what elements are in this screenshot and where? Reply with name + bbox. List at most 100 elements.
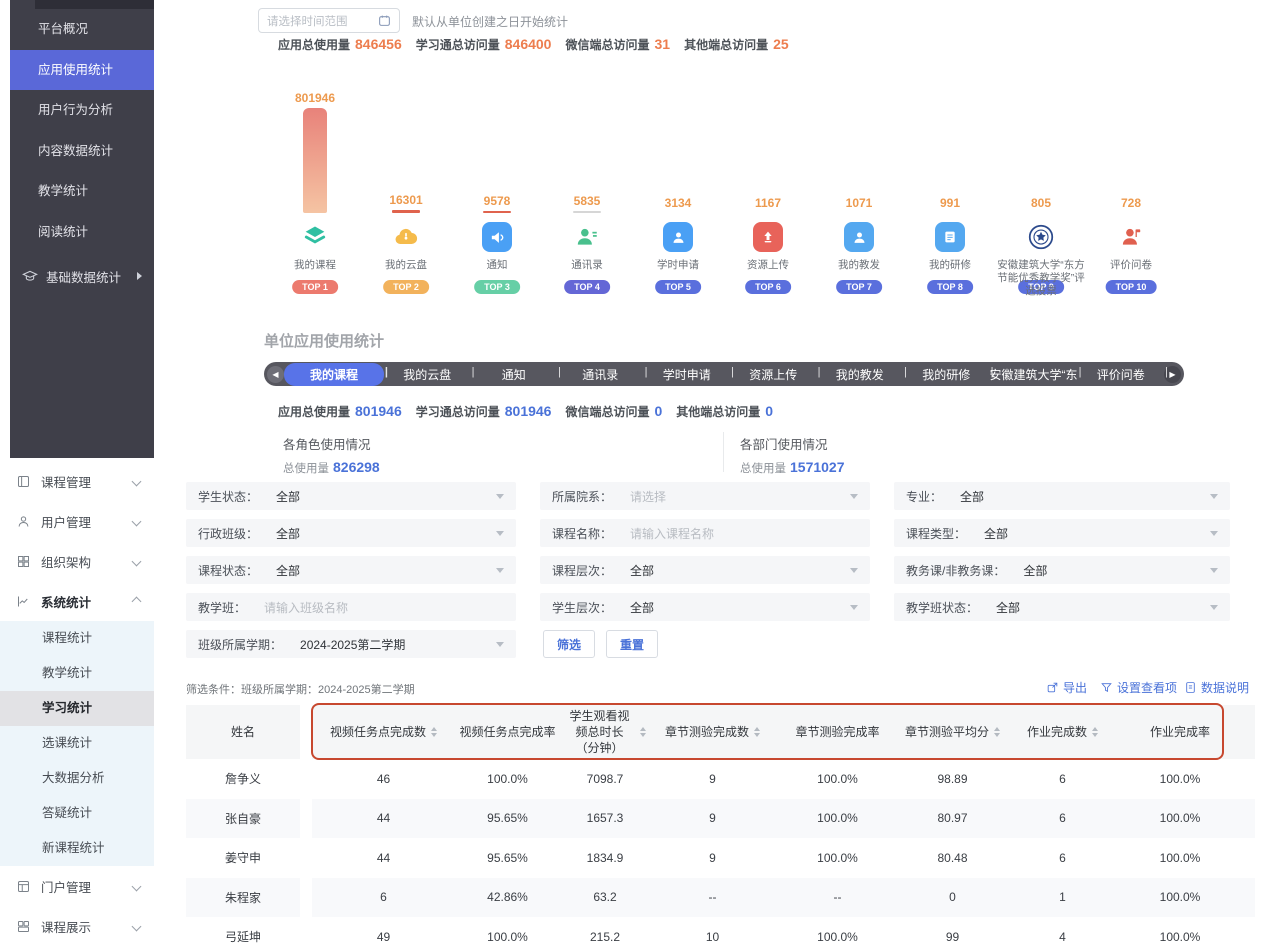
submenu-item-bigdata-analysis[interactable]: 大数据分析 — [0, 761, 154, 796]
sidebar-item-system-statistics[interactable]: 系统统计 — [0, 581, 154, 621]
evaluation-icon — [1083, 219, 1179, 255]
sort-icon — [754, 727, 760, 737]
tab-teaching-dev[interactable]: 我的教发 — [817, 366, 904, 383]
chart-column-training: 991 我的研修 TOP 8 — [902, 88, 998, 300]
submenu-item-course-stats[interactable]: 课程统计 — [0, 621, 154, 656]
data-info-button[interactable]: 数据说明 — [1184, 679, 1249, 696]
table-row: 姜守申 4495.65%1834.99100.0%80.486100.0% — [186, 838, 1255, 878]
tab-notice[interactable]: 通知 — [471, 366, 558, 383]
dark-menu-content-data[interactable]: 内容数据统计 — [10, 131, 154, 172]
chevron-down-icon — [850, 605, 858, 610]
sidebar-item-label: 组织架构 — [41, 552, 91, 571]
tab-my-courses[interactable]: 我的课程 — [284, 363, 384, 386]
section-title-unit-usage: 单位应用使用统计 — [264, 330, 384, 351]
col-quiz-done[interactable]: 章节测验完成数 — [650, 705, 775, 759]
dark-menu-teaching-stats[interactable]: 教学统计 — [10, 171, 154, 212]
top-badge: TOP 4 — [564, 280, 610, 294]
chevron-down-icon — [850, 568, 858, 573]
column-settings-button[interactable]: 设置查看项 — [1100, 679, 1177, 696]
col-homework-rate: 作业完成率 — [1120, 705, 1240, 759]
bar — [392, 210, 420, 213]
credit-apply-icon — [630, 219, 726, 255]
top-badge: TOP 2 — [383, 280, 429, 294]
submenu-item-new-course-stats[interactable]: 新课程统计 — [0, 831, 154, 866]
tab-resource-upload[interactable]: 资源上传 — [730, 366, 817, 383]
app-window: 课程管理 用户管理 组织架构 系统统计 课程统计 教学统计 学习统计 选课统计 … — [0, 0, 1269, 952]
filter-teaching-class-input[interactable]: 教学班：请输入班级名称 — [186, 593, 516, 621]
sort-icon — [994, 727, 1000, 737]
submenu-item-teaching-stats[interactable]: 教学统计 — [0, 656, 154, 691]
filter-course-type[interactable]: 课程类型：全部 — [894, 519, 1230, 547]
chart-icon — [16, 594, 31, 609]
filter-major[interactable]: 专业：全部 — [894, 482, 1230, 510]
tab-scroll-left-button[interactable]: ◀ — [267, 366, 284, 383]
sidebar-item-label: 系统统计 — [41, 592, 91, 611]
reset-button[interactable]: 重置 — [606, 630, 658, 658]
sidebar-item-org-structure[interactable]: 组织架构 — [0, 541, 154, 581]
resource-upload-icon — [720, 219, 816, 255]
role-usage-block: 各角色使用情况 总使用量826298 — [283, 434, 380, 476]
dark-menu-base-data-stats[interactable]: 基础数据统计 — [10, 256, 154, 296]
chevron-down-icon — [1210, 568, 1218, 573]
tab-training[interactable]: 我的研修 — [903, 366, 990, 383]
col-video-tasks-done[interactable]: 视频任务点完成数 — [312, 705, 455, 759]
sidebar-item-label: 课程管理 — [41, 472, 91, 491]
col-name: 姓名 — [186, 705, 300, 759]
unit-stats-line: 应用总使用量801946 学习通总访问量801946 微信端总访问量0 其他端总… — [278, 403, 781, 420]
bar — [303, 108, 327, 213]
tab-university-vote[interactable]: 安徽建筑大学“东 — [990, 366, 1078, 383]
filter-course-name-input[interactable]: 课程名称：请输入课程名称 — [540, 519, 870, 547]
col-video-minutes[interactable]: 学生观看视频总时长（分钟） — [560, 705, 650, 759]
chart-column-notice: 9578 通知 TOP 3 — [449, 88, 545, 300]
table-row: 弓延坤 49100.0%215.210100.0%994100.0% — [186, 917, 1255, 952]
courses-icon — [267, 219, 363, 255]
tab-my-cloud[interactable]: 我的云盘 — [384, 366, 471, 383]
cloud-disk-icon — [358, 219, 454, 255]
filter-button[interactable]: 筛选 — [543, 630, 595, 658]
tab-credit-apply[interactable]: 学时申请 — [644, 366, 731, 383]
filter-academic-course[interactable]: 教务课/非教务课：全部 — [894, 556, 1230, 584]
graduation-cap-icon — [22, 268, 38, 284]
sidebar-item-user-management[interactable]: 用户管理 — [0, 501, 154, 541]
app-tabbar: ◀ 我的课程 我的云盘 通知 通讯录 学时申请 资源上传 我的教发 我的研修 安… — [264, 362, 1184, 386]
chart-column-credit-apply: 3134 学时申请 TOP 5 — [630, 88, 726, 300]
chart-column-university-vote: 805 安徽建筑大学“东方节能优秀教学奖”评选投票 TOP 9 — [993, 88, 1089, 300]
chevron-down-icon — [132, 516, 142, 526]
sidebar-item-course-display[interactable]: 课程展示 — [0, 906, 154, 946]
chart-column-resource-upload: 1167 资源上传 TOP 6 — [720, 88, 816, 300]
col-homework-done[interactable]: 作业完成数 — [1005, 705, 1120, 759]
dark-menu-reading-stats[interactable]: 阅读统计 — [10, 212, 154, 253]
dark-menu-platform-overview[interactable]: 平台概况 — [10, 9, 154, 50]
filter-semester[interactable]: 班级所属学期：2024-2025第二学期 — [186, 630, 516, 658]
filter-student-level[interactable]: 学生层次：全部 — [540, 593, 870, 621]
submenu-item-enrollment-stats[interactable]: 选课统计 — [0, 726, 154, 761]
dark-menu-user-behavior[interactable]: 用户行为分析 — [10, 90, 154, 131]
export-icon — [1046, 681, 1059, 694]
filter-student-status[interactable]: 学生状态：全部 — [186, 482, 516, 510]
tab-evaluation[interactable]: 评价问卷 — [1078, 366, 1165, 383]
sidebar-item-course-management[interactable]: 课程管理 — [0, 461, 154, 501]
submenu-item-learning-stats[interactable]: 学习统计 — [0, 691, 154, 726]
top-badge: TOP 3 — [474, 280, 520, 294]
filter-course-level[interactable]: 课程层次：全部 — [540, 556, 870, 584]
top-badge: TOP 1 — [292, 280, 338, 294]
chevron-down-icon — [132, 921, 142, 931]
chevron-down-icon — [1210, 605, 1218, 610]
tab-contacts[interactable]: 通讯录 — [557, 366, 644, 383]
filter-teaching-class-status[interactable]: 教学班状态：全部 — [894, 593, 1230, 621]
filter-course-status[interactable]: 课程状态：全部 — [186, 556, 516, 584]
bar — [573, 211, 601, 213]
table-row: 朱程家 642.86%63.2----01100.0% — [186, 878, 1255, 918]
col-quiz-avg[interactable]: 章节测验平均分 — [900, 705, 1005, 759]
date-range-picker[interactable]: 请选择时间范围 — [258, 8, 400, 33]
chevron-down-icon — [1210, 531, 1218, 536]
vertical-divider — [723, 432, 724, 472]
chevron-down-icon — [496, 531, 504, 536]
grid-icon — [16, 554, 31, 569]
submenu-item-qa-stats[interactable]: 答疑统计 — [0, 796, 154, 831]
filter-department[interactable]: 所属院系：请选择 — [540, 482, 870, 510]
sidebar-item-portal-management[interactable]: 门户管理 — [0, 866, 154, 906]
dark-menu-app-usage-stats[interactable]: 应用使用统计 — [10, 50, 154, 91]
filter-admin-class[interactable]: 行政班级：全部 — [186, 519, 516, 547]
export-button[interactable]: 导出 — [1046, 679, 1087, 696]
